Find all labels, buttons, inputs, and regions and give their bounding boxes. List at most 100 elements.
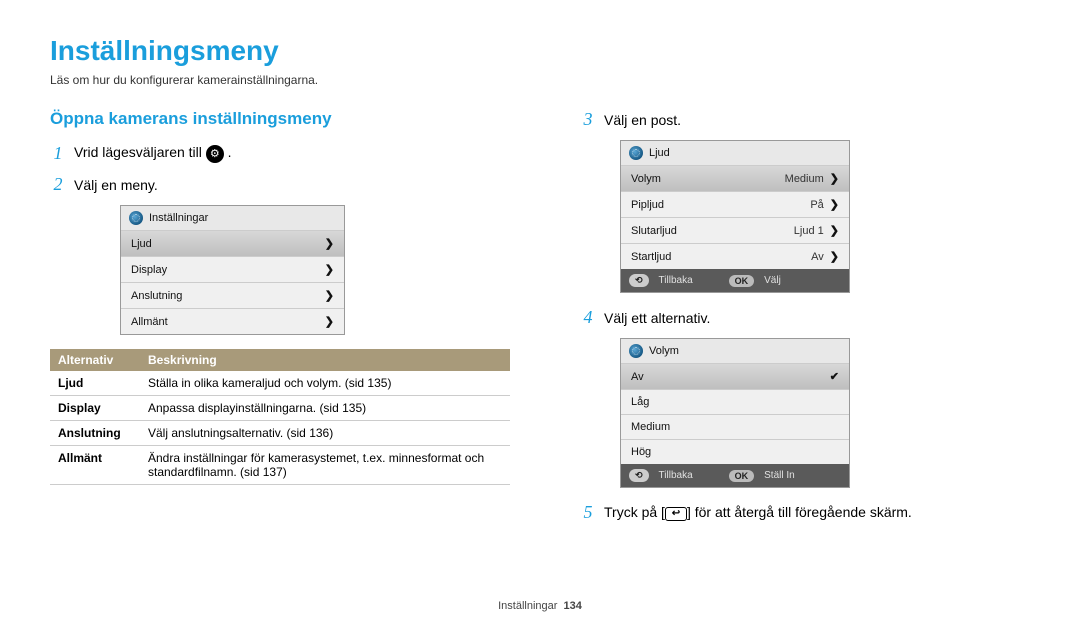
back-pill-icon: ⟲ <box>629 274 649 287</box>
setting-value: På <box>810 199 823 211</box>
volume-screen: Volym Av ✔ Låg Medium Hög <box>620 338 850 488</box>
page-footer: Inställningar 134 <box>0 600 1080 612</box>
option-label: Av <box>631 371 644 383</box>
sound-screen: Ljud Volym Medium ❯ Pipljud På ❯ <box>620 140 850 293</box>
menu-item-label: Ljud <box>131 238 152 250</box>
table-row: Display Anpassa displayinställningarna. … <box>50 396 510 421</box>
setting-row-startljud[interactable]: Startljud Av ❯ <box>621 244 849 269</box>
step-5: 5 Tryck på [↩] för att återgå till föreg… <box>580 502 1010 523</box>
options-table: Alternativ Beskrivning Ljud Ställa in ol… <box>50 349 510 485</box>
step-1: 1 Vrid lägesväljaren till ⚙ . <box>50 143 540 164</box>
step-4: 4 Välj ett alternativ. <box>580 307 1010 328</box>
settings-cog-icon <box>629 344 643 358</box>
step-number: 3 <box>580 109 596 130</box>
gear-icon: ⚙ <box>206 145 224 163</box>
desc-cell: Välj anslutningsalternativ. (sid 136) <box>140 421 510 446</box>
intro-text: Läs om hur du konfigurerar kamerainställ… <box>50 73 1030 87</box>
setting-value: Medium <box>785 173 824 185</box>
step-number: 2 <box>50 174 66 195</box>
step-1-text-after: . <box>228 144 232 160</box>
footer-ok-label: Välj <box>764 275 781 286</box>
footer-ok-label: Ställ In <box>764 470 795 481</box>
step-2-text: Välj en meny. <box>74 177 158 193</box>
table-row: Allmänt Ändra inställningar för kamerasy… <box>50 446 510 485</box>
opt-cell: Allmänt <box>50 446 140 485</box>
setting-label: Volym <box>631 173 661 185</box>
left-column: Öppna kamerans inställningsmeny 1 Vrid l… <box>50 109 540 533</box>
desc-cell: Anpassa displayinställningarna. (sid 135… <box>140 396 510 421</box>
option-label: Låg <box>631 396 649 408</box>
chevron-right-icon: ❯ <box>830 224 839 237</box>
setting-value: Av <box>811 251 824 263</box>
step-1-text-before: Vrid lägesväljaren till <box>74 144 206 160</box>
right-column: 3 Välj en post. Ljud Volym Medium ❯ Pipl… <box>580 109 1010 533</box>
section-title: Öppna kamerans inställningsmeny <box>50 109 540 129</box>
content-columns: Öppna kamerans inställningsmeny 1 Vrid l… <box>50 109 1030 533</box>
opt-cell: Display <box>50 396 140 421</box>
page-title: Inställningsmeny <box>50 35 1030 67</box>
col-header-description: Beskrivning <box>140 349 510 371</box>
step-3-text: Välj en post. <box>604 112 681 128</box>
ok-pill: OK <box>729 470 755 482</box>
back-pill-icon: ⟲ <box>629 469 649 482</box>
chevron-right-icon: ❯ <box>325 315 334 328</box>
footer-back-label: Tillbaka <box>659 275 693 286</box>
step-3: 3 Välj en post. <box>580 109 1010 130</box>
screen-header-title: Inställningar <box>149 212 208 224</box>
setting-row-volym[interactable]: Volym Medium ❯ <box>621 166 849 192</box>
screen-header: Inställningar <box>121 206 344 231</box>
chevron-right-icon: ❯ <box>830 172 839 185</box>
chevron-right-icon: ❯ <box>325 237 334 250</box>
menu-item-allmant[interactable]: Allmänt ❯ <box>121 309 344 334</box>
menu-item-display[interactable]: Display ❯ <box>121 257 344 283</box>
setting-row-pipljud[interactable]: Pipljud På ❯ <box>621 192 849 218</box>
settings-cog-icon <box>129 211 143 225</box>
step-2: 2 Välj en meny. <box>50 174 540 195</box>
screen-header-title: Ljud <box>649 147 670 159</box>
screen-footer: ⟲ Tillbaka OK Välj <box>621 269 849 292</box>
menu-item-label: Anslutning <box>131 290 182 302</box>
option-row-medium[interactable]: Medium <box>621 415 849 440</box>
setting-label: Startljud <box>631 251 671 263</box>
option-row-hog[interactable]: Hög <box>621 440 849 464</box>
screen-header: Volym <box>621 339 849 364</box>
chevron-right-icon: ❯ <box>325 289 334 302</box>
step-number: 5 <box>580 502 596 523</box>
col-header-option: Alternativ <box>50 349 140 371</box>
opt-cell: Ljud <box>50 371 140 396</box>
back-arrow-icon: ↩ <box>665 507 687 521</box>
step-number: 4 <box>580 307 596 328</box>
menu-item-anslutning[interactable]: Anslutning ❯ <box>121 283 344 309</box>
setting-label: Slutarljud <box>631 225 677 237</box>
chevron-right-icon: ❯ <box>830 198 839 211</box>
option-label: Medium <box>631 421 670 433</box>
screen-footer: ⟲ Tillbaka OK Ställ In <box>621 464 849 487</box>
menu-item-label: Allmänt <box>131 316 168 328</box>
option-label: Hög <box>631 446 651 458</box>
footer-section-label: Inställningar <box>498 600 557 612</box>
option-row-lag[interactable]: Låg <box>621 390 849 415</box>
settings-screen: Inställningar Ljud ❯ Display ❯ Anslutnin… <box>120 205 345 335</box>
menu-item-label: Display <box>131 264 167 276</box>
settings-cog-icon <box>629 146 643 160</box>
step-5-text-before: Tryck på [ <box>604 504 665 520</box>
chevron-right-icon: ❯ <box>325 263 334 276</box>
check-icon: ✔ <box>830 370 839 383</box>
desc-cell: Ställa in olika kameraljud och volym. (s… <box>140 371 510 396</box>
step-4-text: Välj ett alternativ. <box>604 310 710 326</box>
footer-back-label: Tillbaka <box>659 470 693 481</box>
desc-cell: Ändra inställningar för kamerasystemet, … <box>140 446 510 485</box>
screen-header: Ljud <box>621 141 849 166</box>
step-number: 1 <box>50 143 66 164</box>
ok-pill: OK <box>729 275 755 287</box>
step-5-text-after: ] för att återgå till föregående skärm. <box>687 504 912 520</box>
opt-cell: Anslutning <box>50 421 140 446</box>
screen-header-title: Volym <box>649 345 679 357</box>
setting-label: Pipljud <box>631 199 664 211</box>
chevron-right-icon: ❯ <box>830 250 839 263</box>
table-row: Anslutning Välj anslutningsalternativ. (… <box>50 421 510 446</box>
setting-row-slutarljud[interactable]: Slutarljud Ljud 1 ❯ <box>621 218 849 244</box>
page-number: 134 <box>564 600 582 612</box>
menu-item-ljud[interactable]: Ljud ❯ <box>121 231 344 257</box>
option-row-av[interactable]: Av ✔ <box>621 364 849 390</box>
